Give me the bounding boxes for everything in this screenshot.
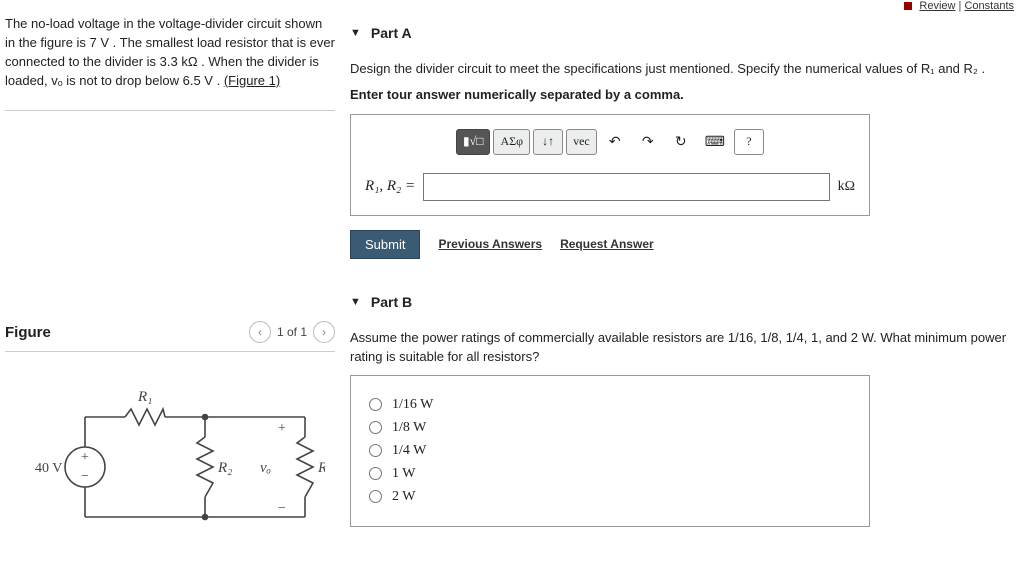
formula-toolbar: ▮√□ ΑΣφ ↓↑ vec ↶ ↷ ↻ ⌨ ? bbox=[365, 129, 855, 155]
figure-counter: 1 of 1 bbox=[277, 325, 307, 339]
option-1-16w[interactable]: 1/16 W bbox=[369, 397, 851, 413]
constants-link[interactable]: Constants bbox=[964, 0, 1014, 12]
svg-text:R₁: R₁ bbox=[137, 389, 152, 405]
top-nav: Review | Constants bbox=[904, 0, 1014, 12]
figure-prev-button[interactable]: ‹ bbox=[249, 321, 271, 343]
symbols-icon[interactable]: ΑΣφ bbox=[493, 129, 530, 155]
option-1-4w[interactable]: 1/4 W bbox=[369, 443, 851, 459]
answer-input[interactable] bbox=[423, 173, 829, 201]
radio-1-4w[interactable] bbox=[369, 444, 382, 457]
undo-icon[interactable]: ↶ bbox=[600, 129, 630, 155]
partB-options: 1/16 W 1/8 W 1/4 W 1 W 2 W bbox=[350, 375, 870, 527]
review-link[interactable]: Review bbox=[919, 0, 955, 12]
partB-title: Part B bbox=[371, 294, 412, 310]
svg-text:+: + bbox=[81, 450, 89, 465]
separator bbox=[5, 110, 335, 111]
option-label: 1/16 W bbox=[392, 397, 433, 413]
redo-icon[interactable]: ↷ bbox=[633, 129, 663, 155]
answer-unit: kΩ bbox=[838, 179, 855, 195]
option-label: 1/4 W bbox=[392, 443, 426, 459]
svg-text:vₒ: vₒ bbox=[260, 460, 271, 476]
previous-answers-link[interactable]: Previous Answers bbox=[438, 237, 542, 251]
svg-text:+: + bbox=[278, 421, 286, 436]
radio-2w[interactable] bbox=[369, 490, 382, 503]
problem-intro: The no-load voltage in the voltage-divid… bbox=[5, 15, 335, 90]
partA-instruction: Enter tour answer numerically separated … bbox=[350, 87, 1014, 102]
svg-text:40 V: 40 V bbox=[35, 461, 62, 476]
svg-text:R₂: R₂ bbox=[217, 460, 232, 476]
radio-1-16w[interactable] bbox=[369, 398, 382, 411]
figure-link[interactable]: (Figure 1) bbox=[224, 73, 280, 88]
help-icon[interactable]: ? bbox=[734, 129, 764, 155]
intro-text: The no-load voltage in the voltage-divid… bbox=[5, 16, 335, 88]
svg-text:RL: RL bbox=[317, 460, 325, 479]
review-icon bbox=[904, 2, 912, 10]
figure-next-button[interactable]: › bbox=[313, 321, 335, 343]
figure-separator bbox=[5, 351, 335, 352]
radio-1w[interactable] bbox=[369, 467, 382, 480]
option-2w[interactable]: 2 W bbox=[369, 489, 851, 505]
submit-button[interactable]: Submit bbox=[350, 230, 420, 259]
answer-vars: R₁, R₂ = bbox=[365, 178, 415, 195]
partB-question: Assume the power ratings of commercially… bbox=[350, 328, 1014, 367]
partA-question: Design the divider circuit to meet the s… bbox=[350, 59, 1014, 79]
option-label: 1/8 W bbox=[392, 420, 426, 436]
option-1w[interactable]: 1 W bbox=[369, 466, 851, 482]
partA-caret-icon[interactable]: ▼ bbox=[350, 27, 361, 39]
option-1-8w[interactable]: 1/8 W bbox=[369, 420, 851, 436]
option-label: 2 W bbox=[392, 489, 415, 505]
template-icon[interactable]: ▮√□ bbox=[456, 129, 490, 155]
partB-caret-icon[interactable]: ▼ bbox=[350, 296, 361, 308]
svg-text:−: − bbox=[278, 501, 286, 516]
partA-title: Part A bbox=[371, 25, 412, 41]
request-answer-link[interactable]: Request Answer bbox=[560, 237, 654, 251]
circuit-diagram: R₁ R₂ vₒ RL 40 V + − + − bbox=[5, 387, 335, 550]
figure-title: Figure bbox=[5, 324, 51, 341]
svg-text:−: − bbox=[81, 469, 89, 484]
partA-answer-box: ▮√□ ΑΣφ ↓↑ vec ↶ ↷ ↻ ⌨ ? R₁, R₂ = kΩ bbox=[350, 114, 870, 216]
reset-icon[interactable]: ↻ bbox=[666, 129, 696, 155]
keyboard-icon[interactable]: ⌨ bbox=[699, 129, 731, 155]
radio-1-8w[interactable] bbox=[369, 421, 382, 434]
subscript-icon[interactable]: ↓↑ bbox=[533, 129, 563, 155]
option-label: 1 W bbox=[392, 466, 415, 482]
vector-icon[interactable]: vec bbox=[566, 129, 597, 155]
